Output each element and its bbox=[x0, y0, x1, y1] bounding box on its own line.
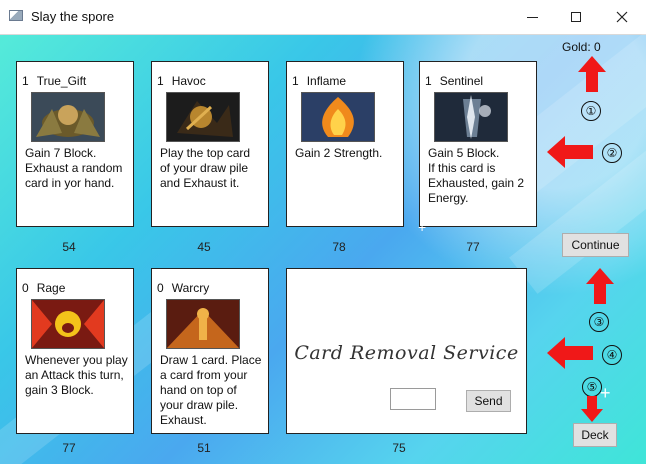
card-description: Whenever you play an Attack this turn, g… bbox=[25, 353, 128, 397]
annotation-number: ⑤ bbox=[582, 377, 602, 397]
card-art-inflame bbox=[301, 92, 375, 142]
removal-price: 75 bbox=[392, 441, 406, 455]
card-header: 1 Inflame bbox=[292, 74, 346, 88]
minimize-icon bbox=[526, 16, 538, 18]
annotation-number: ① bbox=[581, 101, 601, 121]
card-sentinel[interactable]: 1 Sentinel Gain 5 Block. If this card is … bbox=[419, 61, 537, 227]
card-removal-panel: Card Removal Service Send bbox=[286, 268, 527, 434]
card-header: 0 Warcry bbox=[157, 281, 209, 295]
card-name: Havoc bbox=[171, 74, 206, 88]
card-description: Play the top card of your draw pile and … bbox=[160, 146, 251, 190]
card-true-gift[interactable]: 1 True_Gift Gain 7 Block. Exhaust a rando… bbox=[16, 61, 134, 227]
card-header: 1 Sentinel bbox=[425, 74, 483, 88]
card-name: Warcry bbox=[171, 281, 210, 295]
card-cost: 0 bbox=[22, 281, 29, 295]
minimize-button[interactable] bbox=[510, 0, 554, 34]
card-name: Inflame bbox=[306, 74, 347, 88]
annotation-number: ④ bbox=[602, 345, 622, 365]
card-price: 78 bbox=[332, 240, 346, 254]
card-art-rage bbox=[31, 299, 105, 349]
shop-area: Gold: 0 1 True_Gift Gain 7 Block. Exhaust… bbox=[0, 1, 646, 464]
card-warcry[interactable]: 0 Warcry Draw 1 card. Place a card from y… bbox=[151, 268, 269, 434]
send-button[interactable]: Send bbox=[466, 390, 511, 412]
card-cost: 0 bbox=[157, 281, 164, 295]
title-bar: Slay the spore bbox=[0, 0, 646, 35]
card-description: Gain 5 Block. If this card is Exhausted,… bbox=[428, 146, 525, 205]
continue-button[interactable]: Continue bbox=[562, 233, 629, 257]
gold-counter: Gold: 0 bbox=[562, 40, 601, 54]
arrow-left-icon bbox=[547, 337, 593, 369]
arrow-up-icon bbox=[578, 56, 606, 92]
annotation-number: ③ bbox=[589, 312, 609, 332]
card-price: 54 bbox=[62, 240, 76, 254]
card-cost: 1 bbox=[425, 74, 432, 88]
game-window: Slay the spore Gold: 0 1 True_Gift Gain 7… bbox=[0, 0, 646, 464]
card-price: 77 bbox=[62, 441, 76, 455]
card-price: 51 bbox=[197, 441, 211, 455]
card-header: 1 Havoc bbox=[157, 74, 206, 88]
arrow-left-icon bbox=[547, 136, 593, 168]
card-name: Sentinel bbox=[439, 74, 484, 88]
card-price: 77 bbox=[466, 240, 480, 254]
app-icon bbox=[9, 10, 23, 21]
card-description: Gain 7 Block. Exhaust a random card in y… bbox=[25, 146, 123, 190]
card-art-warcry bbox=[166, 299, 240, 349]
card-cost: 1 bbox=[22, 74, 29, 88]
maximize-icon bbox=[571, 12, 581, 22]
maximize-button[interactable] bbox=[554, 0, 598, 34]
card-art-havoc bbox=[166, 92, 240, 142]
deck-button[interactable]: Deck bbox=[573, 423, 617, 447]
removal-card-input[interactable] bbox=[390, 388, 436, 410]
card-cost: 1 bbox=[292, 74, 299, 88]
card-price: 45 bbox=[197, 240, 211, 254]
arrow-up-icon bbox=[586, 268, 614, 304]
card-havoc[interactable]: 1 Havoc Play the top card of your draw pi… bbox=[151, 61, 269, 227]
card-header: 1 True_Gift bbox=[22, 74, 86, 88]
card-art-sentinel bbox=[434, 92, 508, 142]
sparkle-icon: + bbox=[600, 383, 611, 403]
card-removal-title: Card Removal Service bbox=[294, 342, 519, 364]
card-inflame[interactable]: 1 Inflame Gain 2 Strength. bbox=[286, 61, 404, 227]
annotation-number: ② bbox=[602, 143, 622, 163]
card-name: True_Gift bbox=[36, 74, 87, 88]
card-cost: 1 bbox=[157, 74, 164, 88]
sparkle-icon: + bbox=[418, 219, 427, 235]
card-description: Draw 1 card. Place a card from your hand… bbox=[160, 353, 262, 427]
card-rage[interactable]: 0 Rage Whenever you play an Attack this t… bbox=[16, 268, 134, 434]
card-art-true-gift bbox=[31, 92, 105, 142]
card-name: Rage bbox=[36, 281, 66, 295]
close-icon bbox=[616, 11, 628, 23]
card-description: Gain 2 Strength. bbox=[295, 146, 383, 160]
close-button[interactable] bbox=[600, 0, 644, 34]
window-title: Slay the spore bbox=[31, 9, 115, 24]
card-header: 0 Rage bbox=[22, 281, 65, 295]
